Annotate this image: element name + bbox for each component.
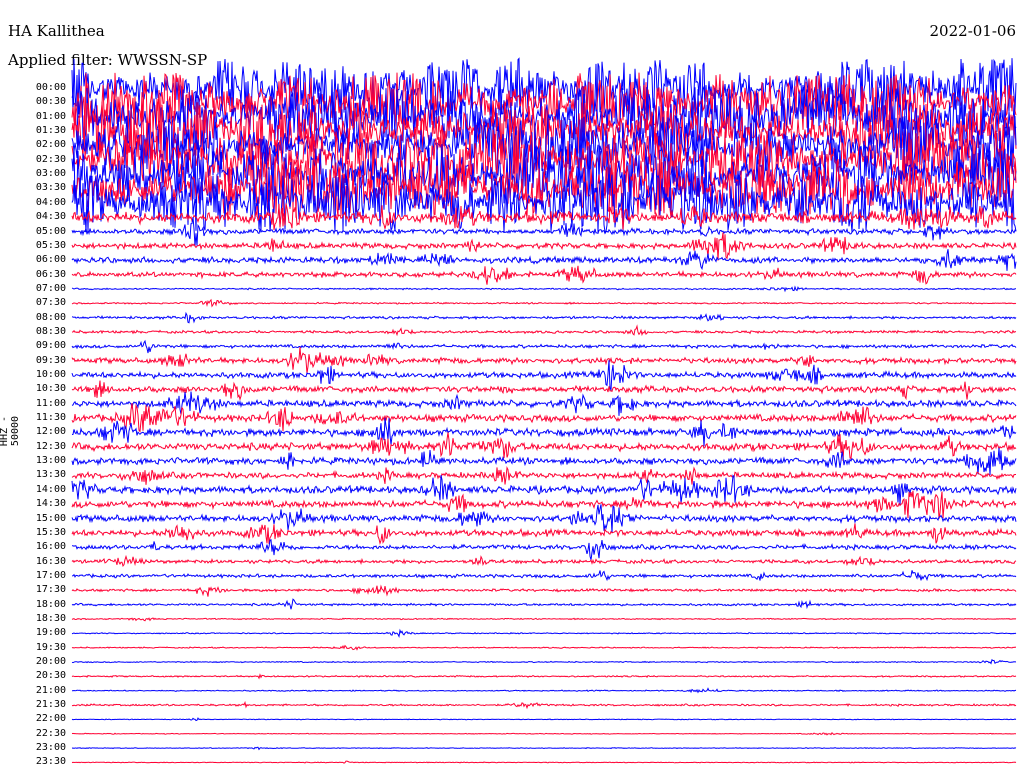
trace-2130 xyxy=(71,700,1017,710)
trace-1100 xyxy=(71,391,1017,416)
trace-0730 xyxy=(71,298,1017,308)
trace-2300 xyxy=(71,746,1017,751)
trace-2200 xyxy=(71,717,1017,722)
trace-1730 xyxy=(71,584,1017,597)
trace-2100 xyxy=(71,687,1017,694)
trace-1830 xyxy=(71,617,1017,622)
trace-0630 xyxy=(71,265,1017,285)
helicorder-plot xyxy=(71,57,1017,764)
trace-1600 xyxy=(71,539,1017,561)
trace-1230 xyxy=(71,432,1017,461)
trace-1000 xyxy=(71,360,1017,392)
trace-2000 xyxy=(71,658,1017,665)
trace-1500 xyxy=(71,504,1017,534)
trace-1330 xyxy=(71,465,1016,485)
trace-1300 xyxy=(71,447,1017,476)
trace-2330 xyxy=(71,760,1017,764)
trace-1930 xyxy=(71,644,1017,651)
trace-0530 xyxy=(71,232,1017,261)
trace-0900 xyxy=(71,339,1017,354)
trace-1700 xyxy=(71,570,1017,582)
trace-1900 xyxy=(71,628,1017,638)
trace-1130 xyxy=(71,403,1017,433)
trace-0700 xyxy=(71,285,1016,293)
trace-2230 xyxy=(71,732,1017,736)
trace-1800 xyxy=(71,598,1017,610)
trace-0830 xyxy=(71,324,1017,337)
trace-0930 xyxy=(71,347,1017,374)
trace-1630 xyxy=(71,554,1017,567)
trace-2030 xyxy=(71,673,1017,680)
trace-0800 xyxy=(71,311,1017,324)
trace-0600 xyxy=(71,249,1017,271)
trace-1030 xyxy=(71,380,1017,401)
trace-1530 xyxy=(71,523,1017,545)
trace-1430 xyxy=(71,490,1017,519)
trace-1200 xyxy=(71,417,1017,447)
